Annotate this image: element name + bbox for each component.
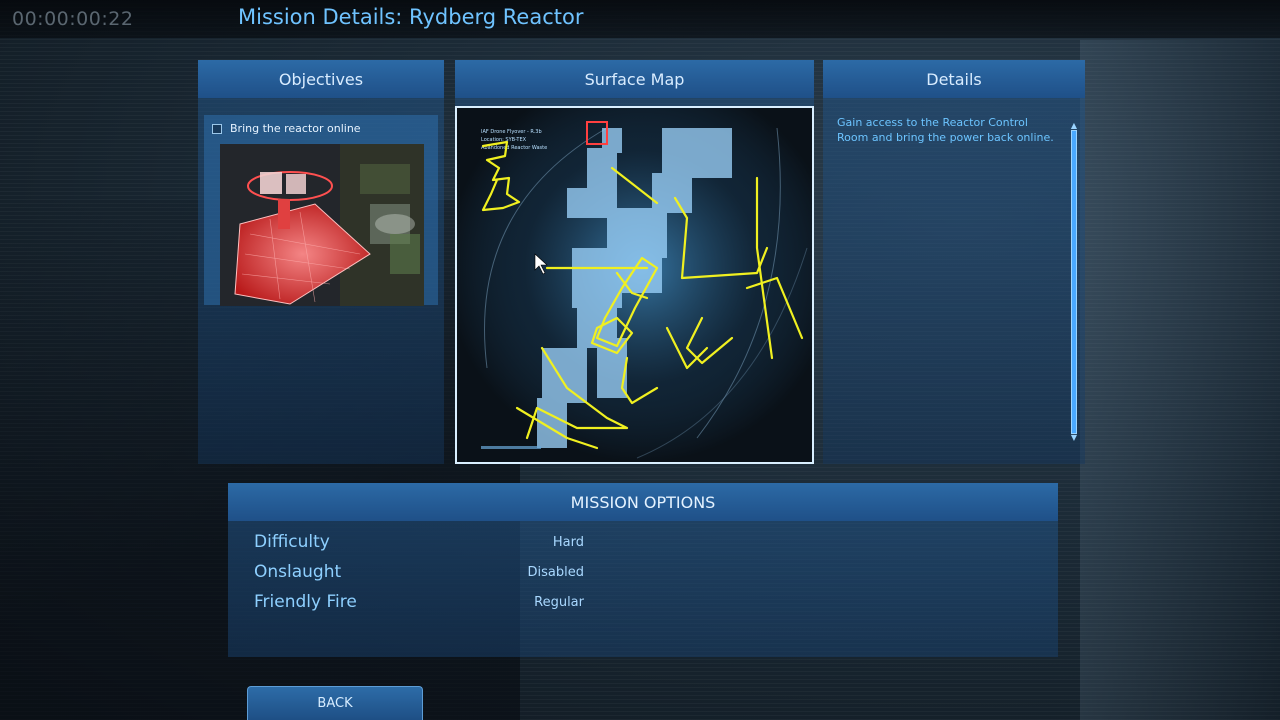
details-header: Details — [823, 60, 1085, 98]
reactor-preview-illustration — [220, 144, 424, 306]
option-value[interactable]: Regular — [504, 595, 584, 610]
option-value[interactable]: Disabled — [504, 565, 584, 580]
backdrop-light — [1080, 40, 1280, 720]
back-button[interactable]: BACK — [247, 686, 423, 720]
timer: 00:00:00:22 — [12, 8, 134, 30]
objectives-panel: Objectives Bring the reactor online — [198, 60, 444, 464]
objective-item[interactable]: Bring the reactor online — [204, 115, 438, 306]
map-illustration: IAF Drone Flyover - R.3b Location: SYB-T… — [457, 108, 812, 462]
surface-map-panel: Surface Map IAF Drone Flyover - R.3b Loc… — [455, 60, 814, 464]
mission-options-panel: MISSION OPTIONS Difficulty Hard Onslaugh… — [228, 483, 1058, 657]
objectives-header: Objectives — [198, 60, 444, 98]
option-label: Friendly Fire — [254, 592, 357, 612]
svg-text:IAF Drone Flyover - R.3b: IAF Drone Flyover - R.3b — [481, 129, 542, 135]
option-difficulty[interactable]: Difficulty Hard — [254, 532, 584, 556]
objective-preview-image — [220, 144, 424, 306]
objective-label: Bring the reactor online — [230, 122, 361, 135]
objective-checkbox[interactable] — [212, 124, 222, 134]
details-text: Gain access to the Reactor Control Room … — [837, 116, 1054, 144]
option-value[interactable]: Hard — [504, 535, 584, 550]
scroll-up-arrow-icon[interactable]: ▲ — [1068, 122, 1080, 130]
option-friendly-fire[interactable]: Friendly Fire Regular — [254, 592, 584, 616]
details-panel: Details Gain access to the Reactor Contr… — [823, 60, 1085, 464]
option-onslaught[interactable]: Onslaught Disabled — [254, 562, 584, 586]
mission-options-header: MISSION OPTIONS — [228, 483, 1058, 521]
top-bar: 00:00:00:22 Mission Details: Rydberg Rea… — [0, 0, 1280, 38]
scroll-down-arrow-icon[interactable]: ▼ — [1068, 434, 1080, 442]
screen-title: Mission Details: Rydberg Reactor — [238, 5, 584, 29]
svg-text:Abandoned Reactor Waste: Abandoned Reactor Waste — [481, 145, 547, 151]
option-label: Difficulty — [254, 532, 330, 552]
details-scrollbar[interactable]: ▲ ▼ — [1068, 122, 1080, 442]
surface-map[interactable]: IAF Drone Flyover - R.3b Location: SYB-T… — [455, 106, 814, 464]
scroll-thumb[interactable] — [1071, 130, 1077, 434]
surface-map-header: Surface Map — [455, 60, 814, 98]
option-label: Onslaught — [254, 562, 342, 582]
